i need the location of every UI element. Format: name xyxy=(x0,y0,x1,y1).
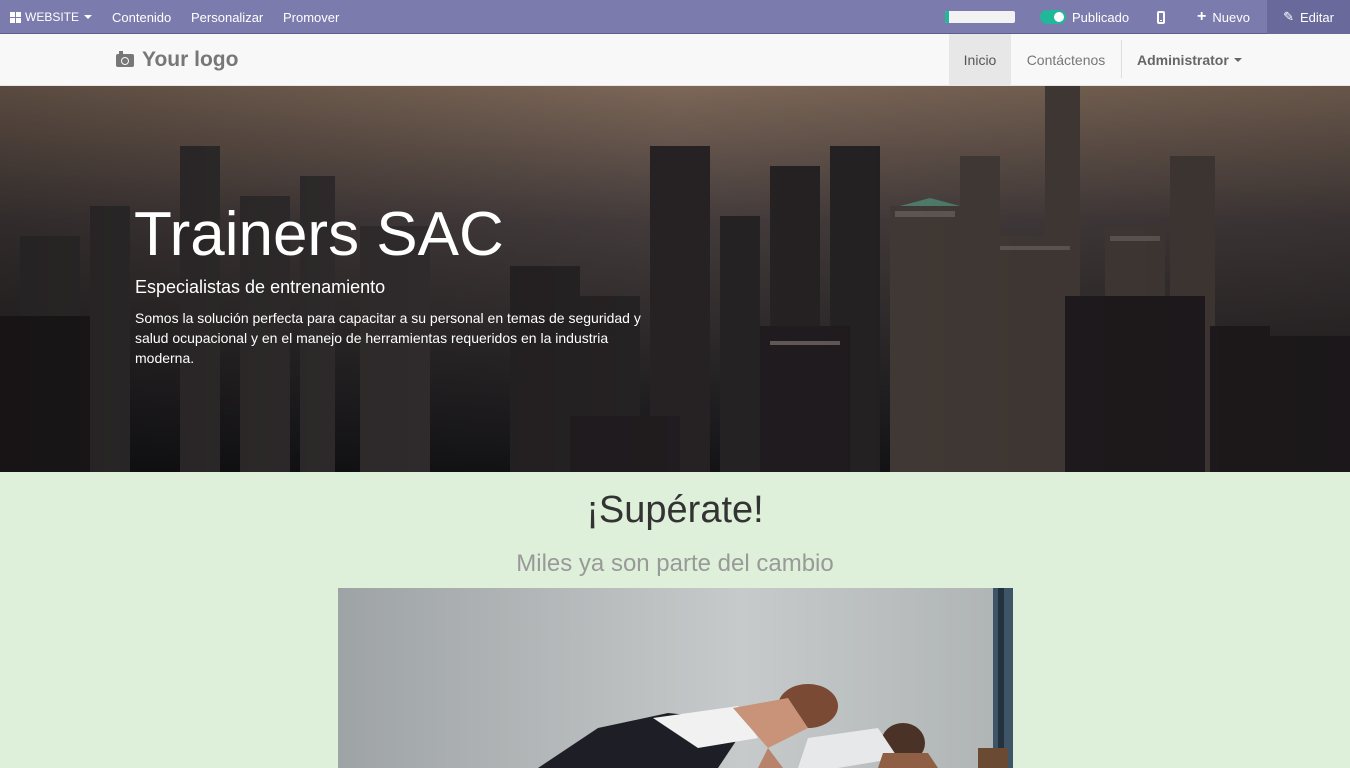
section-subtitle: Miles ya son parte del cambio xyxy=(516,550,834,577)
mobile-icon xyxy=(1157,10,1165,24)
menu-contenido[interactable]: Contenido xyxy=(112,0,171,34)
menu-personalizar[interactable]: Personalizar xyxy=(191,0,263,34)
new-button[interactable]: + Nuevo xyxy=(1197,0,1250,34)
fitness-photo xyxy=(338,588,1013,768)
admin-user-menu[interactable]: Administrator xyxy=(1137,34,1242,85)
hero-banner: Trainers SAC Especialistas de entrenamie… xyxy=(0,86,1350,472)
website-menu[interactable]: WEBSITE xyxy=(10,0,93,34)
progress-indicator xyxy=(945,0,1015,34)
caret-down-icon xyxy=(1233,57,1242,62)
nav-item-inicio[interactable]: Inicio xyxy=(949,34,1011,85)
fitness-image xyxy=(338,588,1013,768)
pencil-icon: ✎ xyxy=(1283,9,1294,24)
admin-label: Administrator xyxy=(1137,51,1229,68)
hero-title: Trainers SAC xyxy=(134,200,504,269)
publish-label: Publicado xyxy=(1072,9,1130,25)
hero-subtitle: Especialistas de entrenamiento xyxy=(135,277,386,297)
camera-icon xyxy=(116,50,134,67)
logo-text: Your logo xyxy=(142,48,239,71)
hero-description: Somos la solución perfecta para capacita… xyxy=(135,310,641,366)
site-navbar: Your logo Inicio Contáctenos Administrat… xyxy=(0,34,1350,86)
new-label: Nuevo xyxy=(1212,9,1250,25)
apps-grid-icon xyxy=(10,11,21,23)
edit-button[interactable]: ✎ Editar xyxy=(1267,0,1350,34)
nav-item-contactenos[interactable]: Contáctenos xyxy=(1011,34,1121,85)
website-label: WEBSITE xyxy=(25,10,80,24)
nav-divider xyxy=(1121,40,1122,78)
section-title: ¡Supérate! xyxy=(586,489,764,531)
plus-icon: + xyxy=(1197,8,1207,25)
toggle-switch-icon xyxy=(1040,10,1066,24)
mobile-preview-button[interactable] xyxy=(1157,0,1165,34)
edit-label: Editar xyxy=(1299,9,1334,25)
menu-promover[interactable]: Promover xyxy=(283,0,339,34)
progress-fill xyxy=(945,11,949,23)
caret-down-icon xyxy=(84,15,93,19)
site-logo[interactable]: Your logo xyxy=(116,34,238,86)
publish-toggle[interactable]: Publicado xyxy=(1040,0,1129,34)
progress-bar xyxy=(945,11,1015,23)
admin-bar: WEBSITE Contenido Personalizar Promover … xyxy=(0,0,1350,34)
